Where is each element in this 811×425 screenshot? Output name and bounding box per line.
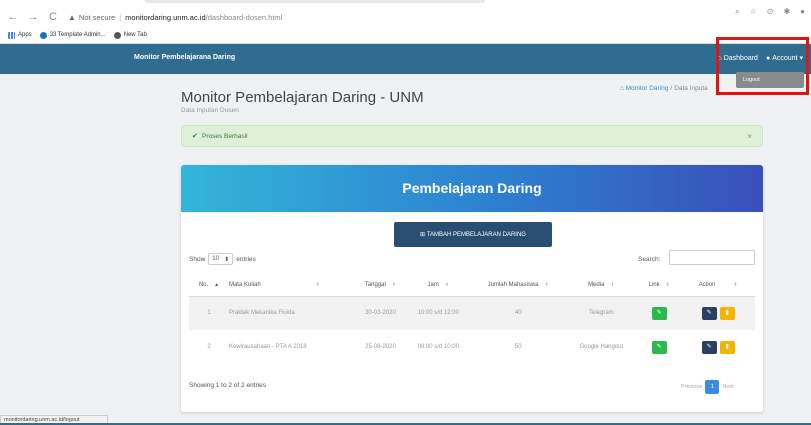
cell-jam: 10:00 s/d 12:00 <box>405 296 471 330</box>
col-no[interactable]: No. ▲ <box>189 274 229 297</box>
col-jumlah-mahasiswa[interactable]: Jumlah Mahasiswa ⬍ <box>470 274 566 297</box>
forward-icon[interactable]: → <box>26 11 40 23</box>
cell-media: Google Hangout <box>579 344 624 350</box>
next-button[interactable]: Next <box>722 384 733 390</box>
bookmark-template-admin[interactable]: 33 Template Admin... <box>39 31 106 39</box>
browser-extensions: ⌕ ☆ ⊙ ✱ ● <box>735 7 805 17</box>
page-title: Monitor Pembelajaran Daring - UNM <box>181 89 424 106</box>
url-separator: | <box>119 12 122 22</box>
edit-button[interactable]: ✎ <box>701 306 717 320</box>
card-title: Pembelajaran Daring <box>402 180 542 196</box>
cell-jumlah: 50 <box>514 344 522 350</box>
breadcrumb-current: Data Inputa <box>674 85 708 92</box>
cell-no: 2 <box>207 344 211 350</box>
apps-grid-icon <box>8 31 15 39</box>
bookmark-label: New Tab <box>123 32 147 38</box>
cell-link: ✎ <box>637 330 681 364</box>
star-icon[interactable]: ☆ <box>750 7 757 17</box>
cell-jam: 08:00 s/d 10:00 <box>417 344 459 350</box>
entries-value: 10 <box>212 256 219 262</box>
browser-toolbar: ← → C ▲ Not secure | monitordaring.unm.a… <box>0 6 811 28</box>
close-icon[interactable]: × <box>747 132 752 141</box>
reload-icon[interactable]: C <box>46 11 60 23</box>
add-button-label: TAMBAH PEMBELAJARAN DARING <box>426 231 526 238</box>
bookmark-apps[interactable]: Apps <box>8 31 32 39</box>
address-bar[interactable]: ▲ Not secure | monitordaring.unm.ac.id /… <box>68 13 282 22</box>
bookmarks-bar: Apps 33 Template Admin... New Tab <box>0 28 811 42</box>
table-header-row: No. ▲ Mata Kuliah ⬍ Tanggal ⬍ Jam ⬍ Jumlah M… <box>189 274 755 297</box>
globe-icon <box>113 31 121 39</box>
search-label: Search: <box>638 256 661 263</box>
data-table: No. ▲ Mata Kuliah ⬍ Tanggal ⬍ Jam ⬍ Jumlah M… <box>189 274 755 364</box>
cell-jumlah: 40 <box>470 296 566 330</box>
link-button[interactable]: ✎ <box>651 340 667 354</box>
edit-button[interactable]: ✎ <box>701 340 717 354</box>
entries-select[interactable]: 10 ⬍ <box>208 253 234 265</box>
cell-tanggal: 30-03-2020 <box>355 296 406 330</box>
url-path: /dashboard-dosen.html <box>205 12 283 22</box>
cell-action: ✎ ▮ <box>681 330 755 364</box>
select-arrows-icon: ⬍ <box>224 256 230 263</box>
cell-tanggal: 25-08-2020 <box>365 344 396 350</box>
extension-icon[interactable]: ⊙ <box>767 7 774 17</box>
breadcrumb-sep: / <box>670 85 673 92</box>
bookmark-label: 33 Template Admin... <box>49 32 106 38</box>
previous-button[interactable]: Previous <box>681 384 702 390</box>
delete-button[interactable]: ▮ <box>719 306 735 320</box>
bookmark-label: Apps <box>18 32 32 38</box>
link-button[interactable]: ✎ <box>651 306 667 320</box>
check-icon: ✔ <box>192 133 198 140</box>
bookmark-favicon-icon <box>39 31 47 39</box>
table-info: Showing 1 to 2 of 2 entries <box>189 382 266 389</box>
add-button[interactable]: ⊞ TAMBAH PEMBELAJARAN DARING <box>394 222 552 247</box>
table-row: 2 Kewirausahaan - PTA A 2018 25-08-2020 … <box>189 330 755 364</box>
alert-message: Proses Berhasil <box>202 133 248 140</box>
browser-chrome: ← → C ▲ Not secure | monitordaring.unm.a… <box>0 0 811 44</box>
entries-label: entries <box>236 255 256 263</box>
cell-mata-kuliah: Kewirausahaan - PTA A 2018 <box>228 344 307 350</box>
delete-button[interactable]: ▮ <box>719 340 735 354</box>
show-label: Show <box>189 255 206 263</box>
page-subtitle: Data Inputan Dosen <box>181 107 239 114</box>
cell-link: ✎ <box>637 296 682 330</box>
profile-icon[interactable]: ● <box>800 7 805 17</box>
brand-link[interactable]: Monitor Pembelajarana Daring <box>134 54 235 61</box>
breadcrumb: ⌂ Monitor Daring / Data Inputa <box>620 85 708 92</box>
table-row: 1 Praktek Mekanika Fluida 30-03-2020 10:… <box>189 296 755 330</box>
pagination: Previous 1 Next <box>681 380 734 394</box>
cell-action: ✎ ▮ <box>681 296 755 330</box>
col-mata-kuliah[interactable]: Mata Kuliah ⬍ <box>228 274 356 297</box>
success-alert: ✔ Proses Berhasil × <box>181 125 763 147</box>
cell-media: Telegram <box>565 296 638 330</box>
warning-icon: ▲ <box>68 12 76 22</box>
cell-no: 1 <box>189 296 229 330</box>
bookmark-new-tab[interactable]: New Tab <box>113 31 147 39</box>
security-label: Not secure <box>78 12 116 22</box>
top-navbar: Monitor Pembelajarana Daring ⌂ Dashboard… <box>0 44 811 74</box>
col-link[interactable]: Link ⬍ <box>637 274 682 297</box>
page-1-button[interactable]: 1 <box>705 380 720 394</box>
plus-square-icon: ⊞ <box>420 232 427 238</box>
col-jam[interactable]: Jam ⬍ <box>405 274 471 297</box>
entries-control: Show 10 ⬍ entries <box>189 253 256 265</box>
cell-mata-kuliah: Praktek Mekanika Fluida <box>228 296 356 330</box>
col-media[interactable]: Media ⬍ <box>565 274 638 297</box>
data-card: Pembelajaran Daring ⊞ TAMBAH PEMBELAJARA… <box>181 165 763 412</box>
zoom-icon[interactable]: ⌕ <box>735 7 739 17</box>
card-header: Pembelajaran Daring <box>181 165 763 212</box>
back-icon[interactable]: ← <box>6 11 20 23</box>
highlight-box <box>716 37 809 95</box>
breadcrumb-home[interactable]: ⌂ Monitor Daring <box>620 85 668 92</box>
url-domain: monitordaring.unm.ac.id <box>125 12 206 22</box>
col-action[interactable]: Action ⬍ <box>681 274 755 297</box>
tab-strip <box>145 0 485 3</box>
puzzle-icon[interactable]: ✱ <box>783 7 790 17</box>
col-tanggal[interactable]: Tanggal ⬍ <box>355 274 406 297</box>
search-input[interactable] <box>669 250 755 265</box>
